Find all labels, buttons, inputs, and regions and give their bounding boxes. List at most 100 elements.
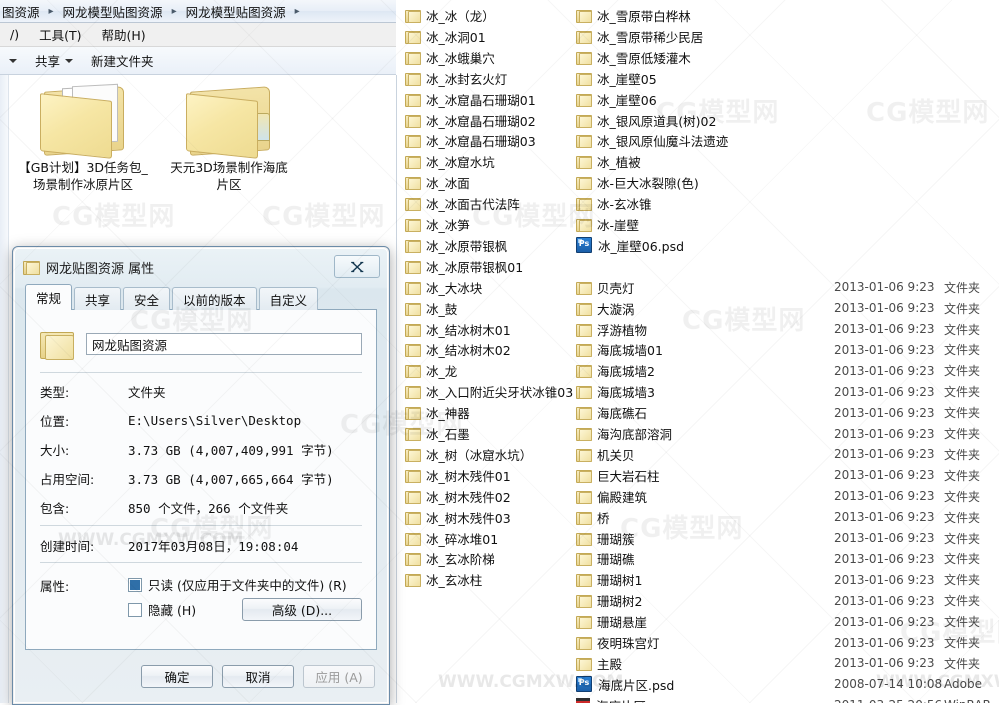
list-item[interactable]: 冰_玄冰柱: [405, 569, 482, 590]
readonly-checkbox-row[interactable]: 只读 (仅应用于文件夹中的文件) (R): [128, 575, 347, 594]
list-item[interactable]: 冰_冰窟晶石珊瑚03: [405, 130, 536, 151]
folder-icon: [576, 594, 592, 609]
list-item-label: 浮游植物: [597, 322, 648, 338]
list-item[interactable]: 贝壳灯: [576, 277, 635, 298]
list-item[interactable]: 珊瑚悬崖: [576, 611, 647, 632]
list-item[interactable]: 冰_崖壁06: [576, 89, 657, 110]
list-item[interactable]: 海底城墙3: [576, 381, 655, 402]
list-item[interactable]: 冰_结冰树木02: [405, 339, 511, 360]
list-item[interactable]: 冰_石墨: [405, 423, 470, 444]
list-item[interactable]: 冰_冰原带银枫01: [405, 256, 523, 277]
breadcrumb-item-0[interactable]: 图资源: [0, 2, 42, 21]
command-overflow-caret[interactable]: [0, 57, 26, 65]
list-item[interactable]: 珊瑚礁: [576, 548, 635, 569]
checkbox-hidden[interactable]: [128, 602, 142, 617]
list-item[interactable]: 海沟底部溶洞: [576, 423, 672, 444]
advanced-button[interactable]: 高级 (D)...: [242, 598, 362, 621]
list-item[interactable]: 冰_冰窟晶石珊瑚02: [405, 110, 536, 131]
list-item[interactable]: 海底城墙2: [576, 360, 655, 381]
tab-general[interactable]: 常规: [25, 284, 73, 310]
menu-item-tools[interactable]: 工具(T): [29, 23, 91, 46]
list-item-label: 冰_冰窟晶石珊瑚03: [426, 134, 536, 150]
list-item[interactable]: 珊瑚树2: [576, 590, 642, 611]
list-item[interactable]: 冰_冰洞01: [405, 26, 486, 47]
cell-date-modified: 2013-01-06 9:23: [834, 468, 935, 483]
dialog-title-bar[interactable]: 网龙贴图资源 属性: [15, 249, 387, 285]
checkbox-readonly[interactable]: [128, 577, 142, 592]
list-item[interactable]: 冰_玄冰阶梯: [405, 548, 495, 569]
list-item[interactable]: 偏殿建筑: [576, 486, 647, 507]
list-item[interactable]: 冰-玄冰锥: [576, 193, 652, 214]
list-item[interactable]: 海底片区.rar: [576, 695, 668, 703]
list-item[interactable]: 冰_入口附近尖牙状冰锥03: [405, 381, 573, 402]
list-item[interactable]: 冰_雪原带白桦林: [576, 5, 691, 26]
list-item[interactable]: 夜明珠宫灯: [576, 632, 660, 653]
thumbnail-item-1[interactable]: 天元3D场景制作海底片区: [164, 83, 294, 193]
folder-name-input[interactable]: [86, 333, 362, 355]
menu-item-partial[interactable]: /): [0, 25, 29, 44]
list-item[interactable]: 冰_崖壁05: [576, 68, 657, 89]
close-button[interactable]: [334, 255, 380, 278]
list-item[interactable]: 冰_冰（龙）: [405, 5, 495, 26]
breadcrumb-item-1[interactable]: 网龙模型贴图资源: [61, 2, 165, 21]
list-item[interactable]: 冰_树木残件01: [405, 465, 511, 486]
list-item[interactable]: 主殿: [576, 653, 622, 674]
ok-button[interactable]: 确定: [141, 665, 213, 688]
list-item[interactable]: 浮游植物: [576, 319, 647, 340]
hidden-checkbox-row[interactable]: 隐藏 (H): [128, 600, 196, 619]
list-item[interactable]: 冰_冰窟晶石珊瑚01: [405, 89, 536, 110]
list-item[interactable]: 冰_冰窟水坑: [405, 151, 495, 172]
list-item[interactable]: 冰_植被: [576, 151, 641, 172]
list-item[interactable]: 海底礁石: [576, 402, 647, 423]
address-bar[interactable]: 图资源 ▸ 网龙模型贴图资源 ▸ 网龙模型贴图资源 ▸: [0, 0, 396, 23]
apply-button[interactable]: 应用 (A): [303, 665, 375, 688]
chevron-down-icon: [65, 58, 74, 63]
list-item[interactable]: 巨大岩石柱: [576, 465, 660, 486]
list-item[interactable]: 冰_冰原带银枫: [405, 235, 507, 256]
table-row: 2013-01-06 9:23 文件夹: [834, 486, 980, 507]
list-item[interactable]: 冰_碎冰堆01: [405, 528, 498, 549]
list-item[interactable]: 冰_银风原仙魔斗法遗迹: [576, 130, 728, 151]
thumbnail-item-0[interactable]: 【GB计划】3D任务包_场景制作冰原片区: [18, 83, 148, 193]
tab-sharing[interactable]: 共享: [74, 287, 122, 310]
list-item[interactable]: 冰_神器: [405, 402, 470, 423]
hidden-label: 隐藏 (H): [148, 603, 197, 618]
list-item[interactable]: 冰_龙: [405, 360, 457, 381]
menu-item-help[interactable]: 帮助(H): [91, 23, 155, 46]
list-item[interactable]: 珊瑚树1: [576, 569, 642, 590]
cell-date-modified: 2013-01-06 9:23: [834, 301, 935, 316]
list-item[interactable]: 桥: [576, 507, 610, 528]
list-item[interactable]: 冰_冰笋: [405, 214, 470, 235]
list-item[interactable]: 冰-巨大冰裂隙(色): [576, 172, 699, 193]
list-item[interactable]: 冰_冰蛾巢穴: [405, 47, 495, 68]
folder-icon: [405, 532, 421, 546]
list-item[interactable]: 海底城墙01: [576, 339, 663, 360]
table-row: 2013-01-06 9:23 文件夹: [834, 319, 980, 340]
list-item[interactable]: 冰_树木残件03: [405, 507, 511, 528]
list-item[interactable]: 机关贝: [576, 444, 635, 465]
list-item[interactable]: 大漩涡: [576, 298, 635, 319]
list-item[interactable]: 冰_雪原低矮灌木: [576, 47, 691, 68]
list-item[interactable]: 海底片区.psd: [576, 674, 674, 695]
list-item[interactable]: 冰_树（冰窟水坑）: [405, 444, 532, 465]
tab-previous-versions[interactable]: 以前的版本: [172, 287, 257, 310]
list-item[interactable]: 冰_雪原带稀少民居: [576, 26, 703, 47]
cancel-button[interactable]: 取消: [222, 665, 294, 688]
list-item[interactable]: 冰-崖壁: [576, 214, 639, 235]
breadcrumb-separator-2[interactable]: ▸: [288, 6, 307, 17]
breadcrumb-item-2[interactable]: 网龙模型贴图资源: [184, 2, 288, 21]
list-item[interactable]: 冰_冰面古代法阵: [405, 193, 520, 214]
list-item[interactable]: 冰_冰封玄火灯: [405, 68, 507, 89]
list-item[interactable]: 冰_银风原道具(树)02: [576, 110, 716, 131]
list-item[interactable]: 冰_鼓: [405, 298, 457, 319]
tab-customize[interactable]: 自定义: [258, 287, 319, 310]
list-item[interactable]: 冰_树木残件02: [405, 486, 511, 507]
list-item[interactable]: 冰_冰面: [405, 172, 470, 193]
tab-security[interactable]: 安全: [123, 287, 171, 310]
list-item[interactable]: 冰_大冰块: [405, 277, 482, 298]
list-item[interactable]: 冰_结冰树木01: [405, 319, 511, 340]
list-item[interactable]: 冰_崖壁06.psd: [576, 235, 684, 256]
command-new-folder[interactable]: 新建文件夹: [82, 49, 163, 72]
command-share[interactable]: 共享: [26, 49, 82, 72]
list-item[interactable]: 珊瑚簇: [576, 528, 635, 549]
